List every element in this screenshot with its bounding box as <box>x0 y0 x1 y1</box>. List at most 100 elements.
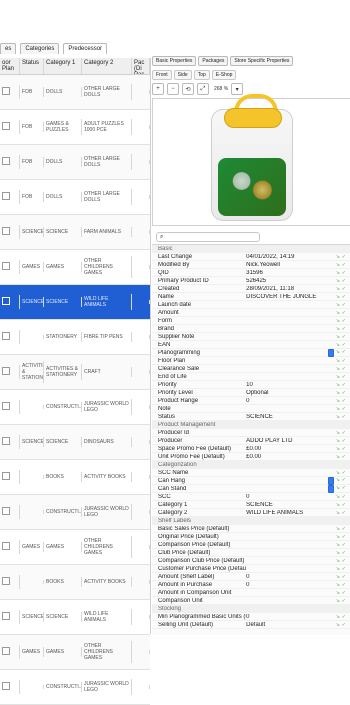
property-row[interactable]: Amount (Shelf Label) 0 ↘ ✓ <box>152 573 350 581</box>
checkbox-icon[interactable] <box>2 297 10 305</box>
zoom-fit-icon[interactable]: ⤢ <box>197 83 209 95</box>
checkbox-icon[interactable] <box>2 87 10 95</box>
property-value[interactable]: Nick.Yeowell <box>246 262 328 268</box>
row-checkbox[interactable] <box>0 540 20 554</box>
row-checkbox[interactable] <box>0 645 20 659</box>
property-row[interactable]: Comparison Club Price (Default) ↘ ✓ <box>152 557 350 565</box>
inherit-icon[interactable]: ↘ <box>336 294 340 300</box>
checkbox-icon[interactable] <box>2 192 10 200</box>
row-checkbox[interactable] <box>0 155 20 169</box>
inherit-icon[interactable]: ↘ <box>336 470 340 476</box>
left-tab-categories[interactable]: Categories <box>20 42 60 54</box>
property-row[interactable]: SCC Name ↘ ✓ <box>152 469 350 477</box>
inherit-icon[interactable]: ↘ <box>336 398 340 404</box>
property-search-input[interactable] <box>165 234 254 240</box>
row-checkbox[interactable] <box>0 330 20 344</box>
inherit-icon[interactable]: ↘ <box>336 302 340 308</box>
inherit-icon[interactable]: ↘ <box>336 574 340 580</box>
table-row[interactable]: SCIENCE SCIENCE WILD LIFE ANIMALS <box>0 285 150 320</box>
checkbox-icon[interactable] <box>2 367 10 375</box>
inherit-icon[interactable]: ↘ <box>336 454 340 460</box>
property-value[interactable]: 0 <box>246 582 328 588</box>
table-row[interactable]: CONSTRUCTI... JURASSIC WORLD LEGO <box>0 390 150 425</box>
property-row[interactable]: Comparison Unit ↘ ✓ <box>152 597 350 605</box>
table-row[interactable]: SCIENCE SCIENCE FARM ANIMALS <box>0 215 150 250</box>
checkbox-icon[interactable] <box>328 484 334 493</box>
left-tab-0[interactable]: es <box>0 42 17 54</box>
inherit-icon[interactable]: ↘ <box>336 270 340 276</box>
table-row[interactable]: FOB DOLLS OTHER LARGE DOLLS <box>0 75 150 110</box>
col-category-2[interactable]: Category 2 <box>82 58 132 74</box>
row-checkbox[interactable] <box>0 85 20 99</box>
inherit-icon[interactable]: ↘ <box>336 254 340 260</box>
inherit-icon[interactable]: ↘ <box>336 510 340 516</box>
property-row[interactable]: Supplier Note ↘ ✓ <box>152 333 350 341</box>
inherit-icon[interactable]: ↘ <box>336 438 340 444</box>
property-row[interactable]: Amount in Purchase 0 ↘ ✓ <box>152 581 350 589</box>
inherit-icon[interactable]: ↘ <box>336 366 340 372</box>
checkbox-icon[interactable] <box>2 542 10 550</box>
checkbox-icon[interactable] <box>2 227 10 235</box>
row-checkbox[interactable] <box>0 680 20 694</box>
property-row[interactable]: Form ↘ ✓ <box>152 317 350 325</box>
property-row[interactable]: Priority 10 ↘ ✓ <box>152 381 350 389</box>
property-row[interactable]: Amount in Comparison Unit ↘ ✓ <box>152 589 350 597</box>
row-checkbox[interactable] <box>0 295 20 309</box>
property-value[interactable]: £0.00 <box>246 454 328 460</box>
inherit-icon[interactable]: ↘ <box>336 310 340 316</box>
property-row[interactable]: Product Range 0 ↘ ✓ <box>152 397 350 405</box>
checkbox-icon[interactable] <box>2 577 10 585</box>
inherit-icon[interactable]: ↘ <box>336 326 340 332</box>
property-row[interactable]: Category 1 SCIENCE ↘ ✓ <box>152 501 350 509</box>
property-row[interactable]: SCC 0 ↘ ✓ <box>152 493 350 501</box>
zoom-level[interactable]: 268 % <box>214 86 228 92</box>
property-value[interactable]: 10 <box>246 382 328 388</box>
inherit-icon[interactable]: ↘ <box>336 446 340 452</box>
inherit-icon[interactable]: ↘ <box>336 382 340 388</box>
zoom-in-icon[interactable]: + <box>152 83 164 95</box>
inherit-icon[interactable]: ↘ <box>336 262 340 268</box>
checkbox-icon[interactable] <box>2 402 10 410</box>
checkbox-icon[interactable] <box>2 157 10 165</box>
checkbox-icon[interactable] <box>2 647 10 655</box>
inherit-icon[interactable]: ↘ <box>336 286 340 292</box>
property-row[interactable]: Club Price (Default) ↘ ✓ <box>152 549 350 557</box>
row-checkbox[interactable] <box>0 365 20 379</box>
property-row[interactable]: Floor Plan ↘ ✓ <box>152 357 350 365</box>
inherit-icon[interactable]: ↘ <box>336 494 340 500</box>
row-checkbox[interactable] <box>0 610 20 624</box>
property-row[interactable]: Customer Purchase Price (Default) ↘ ✓ <box>152 565 350 573</box>
col-status[interactable]: Status <box>20 58 44 74</box>
col-category-1[interactable]: Category 1 <box>44 58 82 74</box>
inherit-icon[interactable]: ↘ <box>336 582 340 588</box>
checkbox-icon[interactable] <box>2 332 10 340</box>
table-row[interactable]: FOB GAMES & PUZZLES ADULT PUZZLES 1000 PCE <box>0 110 150 145</box>
table-row[interactable]: BOOKS ACTIVITY BOOKS <box>0 565 150 600</box>
property-value[interactable]: SCIENCE <box>246 414 328 420</box>
property-value[interactable]: ADDO PLAY LTD <box>246 438 328 444</box>
property-row[interactable]: QID 31596 ↘ ✓ <box>152 269 350 277</box>
property-row[interactable]: Modified By Nick.Yeowell ↘ ✓ <box>152 261 350 269</box>
inherit-icon[interactable]: ↘ <box>336 598 340 604</box>
checkbox-icon[interactable] <box>2 122 10 130</box>
checkbox-icon[interactable] <box>2 682 10 690</box>
inherit-icon[interactable]: ↘ <box>336 614 340 620</box>
checkbox-icon[interactable] <box>2 612 10 620</box>
row-checkbox[interactable] <box>0 470 20 484</box>
property-value[interactable]: 0 <box>246 614 328 620</box>
inherit-icon[interactable]: ↘ <box>336 349 340 357</box>
property-value[interactable]: 0 <box>246 574 328 580</box>
property-row[interactable]: Status SCIENCE ↘ ✓ <box>152 413 350 421</box>
inherit-icon[interactable]: ↘ <box>336 534 340 540</box>
table-row[interactable]: FOB DOLLS OTHER LARGE DOLLS <box>0 180 150 215</box>
property-row[interactable]: Last Change 04/01/2022, 14:19 ↘ ✓ <box>152 253 350 261</box>
property-value[interactable]: 526425 <box>246 278 328 284</box>
property-row[interactable]: Amount ↘ ✓ <box>152 309 350 317</box>
inherit-icon[interactable]: ↘ <box>336 406 340 412</box>
property-value[interactable]: 04/01/2022, 14:19 <box>246 254 328 260</box>
zoom-dropdown-icon[interactable]: ▾ <box>231 83 244 95</box>
inherit-icon[interactable]: ↘ <box>336 358 340 364</box>
property-value[interactable]: 0 <box>246 398 328 404</box>
inherit-icon[interactable]: ↘ <box>336 526 340 532</box>
right-tab-packages[interactable]: Packages <box>198 56 229 66</box>
